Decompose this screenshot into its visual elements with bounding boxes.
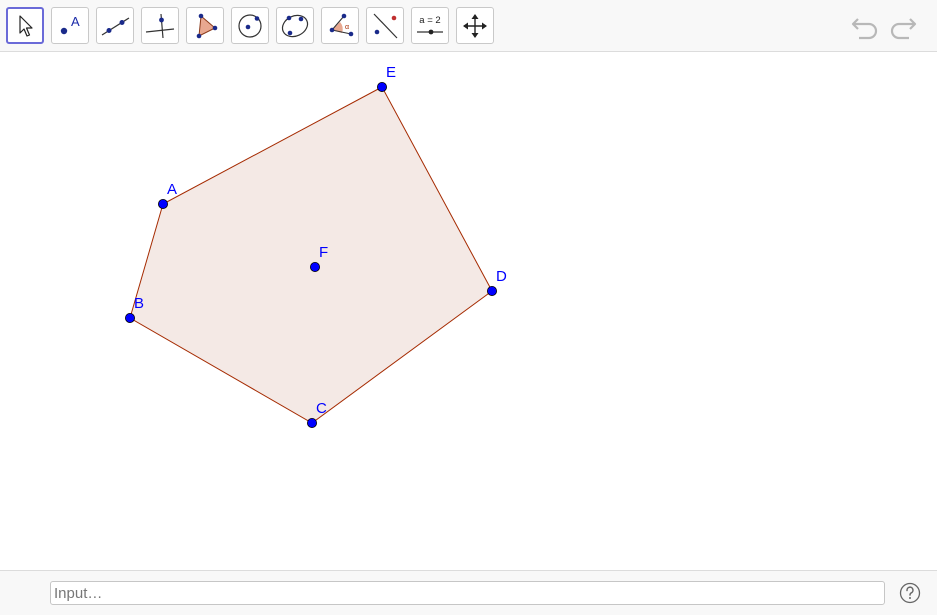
undo-button[interactable] — [848, 12, 882, 42]
point-label-c: C — [316, 400, 327, 417]
help-question-icon[interactable] — [899, 582, 921, 604]
reflect-line-icon — [373, 13, 398, 38]
geometry-canvas[interactable]: A B C D E F — [0, 53, 937, 570]
perpendicular-line-icon — [145, 13, 175, 38]
circle-center-icon — [238, 13, 262, 38]
move-graphics-view-tool-button[interactable] — [456, 7, 494, 44]
point-tool-button[interactable]: A — [51, 7, 89, 44]
point-label-f: F — [319, 244, 328, 261]
svg-text:α: α — [345, 24, 349, 31]
point-e[interactable]: E — [376, 64, 396, 93]
angle-icon: α — [329, 13, 354, 36]
polygon-icon — [196, 13, 218, 38]
perpendicular-line-tool-button[interactable] — [141, 7, 179, 44]
slider-tool-button[interactable]: a = 2 — [411, 7, 449, 44]
polygon-abcde[interactable] — [129, 86, 493, 424]
input-bar — [0, 570, 937, 615]
undo-icon — [851, 18, 878, 40]
conic-five-points-tool-button[interactable] — [276, 7, 314, 44]
point-d[interactable]: D — [486, 268, 507, 296]
pointer-arrow-icon — [19, 14, 33, 37]
reflect-about-line-tool-button[interactable] — [366, 7, 404, 44]
circle-center-point-tool-button[interactable] — [231, 7, 269, 44]
point-label-a: A — [167, 181, 177, 198]
redo-icon — [890, 18, 917, 40]
toolbar: A α a = 2 — [0, 0, 937, 52]
move-tool-button[interactable] — [6, 7, 44, 44]
graphics-view[interactable]: A B C D E F — [0, 53, 937, 570]
line-through-points-icon — [101, 16, 130, 36]
slider-tool-label: a = 2 — [419, 15, 440, 26]
move-cross-arrows-icon — [463, 13, 487, 38]
slider-icon: a = 2 — [417, 15, 443, 34]
point-icon: A — [60, 14, 80, 34]
point-tool-letter: A — [71, 14, 80, 29]
redo-button[interactable] — [886, 12, 920, 42]
ellipse-icon — [281, 14, 309, 37]
point-label-e: E — [386, 64, 396, 81]
algebra-input-field[interactable] — [50, 581, 885, 605]
polygon-tool-button[interactable] — [186, 7, 224, 44]
line-tool-button[interactable] — [96, 7, 134, 44]
point-label-b: B — [134, 295, 144, 312]
angle-tool-button[interactable]: α — [321, 7, 359, 44]
point-label-d: D — [496, 268, 507, 285]
